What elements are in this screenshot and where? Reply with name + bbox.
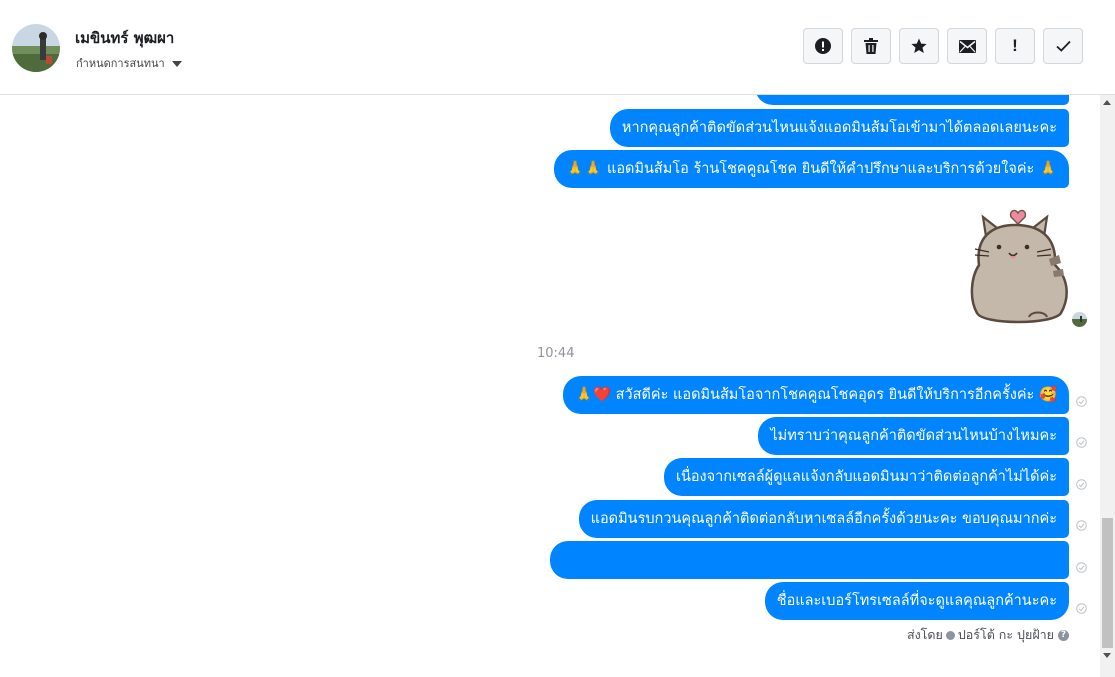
conversation-status-dropdown[interactable]: กำหนดการสนทนา [76, 54, 182, 72]
scroll-up-arrow-icon[interactable] [1103, 100, 1111, 105]
praying-hands-emoji-icon: 🙏 [1038, 161, 1057, 177]
message-text: แอดมินส้มโอ ร้านโชคคูณโชค ยินดีให้คำปรึก… [606, 161, 1035, 177]
delivered-check-icon [1076, 396, 1087, 407]
avatar[interactable] [12, 24, 60, 72]
delivered-check-icon [1076, 520, 1087, 531]
checkmark-icon [1055, 40, 1071, 52]
sender-name[interactable]: ปอร์โต้ กะ ปุยฝ้าย [958, 627, 1054, 642]
message-text: หากคุณลูกค้าติดขัดส่วนไหนแจ้งแอดมินส้มโอ… [621, 120, 1057, 136]
message-bubble[interactable]: แอดมินรบกวนคุณลูกค้าติดต่อกลับหาเซลล์อีก… [578, 500, 1069, 538]
message-timestamp: 10:44 [537, 346, 575, 361]
message-text: เนื่องจากเซลล์ผู้ดูแลแจ้งกลับแอดมินมาว่า… [675, 469, 1057, 485]
praying-hands-heart-emoji-icon: 🙏❤️ [574, 387, 612, 403]
sender-avatar-icon [945, 631, 955, 640]
mark-done-button[interactable] [1043, 28, 1083, 64]
scrollbar[interactable] [1100, 95, 1115, 677]
exclamation-icon: ! [1012, 36, 1018, 55]
caret-down-icon [171, 61, 182, 67]
message-text: ไม่ทราบว่าคุณลูกค้าติดขัดส่วนไหนบ้างไหมค… [770, 428, 1057, 444]
message-bubble[interactable]: ไม่ทราบว่าคุณลูกค้าติดขัดส่วนไหนบ้างไหมค… [758, 417, 1069, 455]
message-bubble[interactable]: เนื่องจากเซลล์ผู้ดูแลแจ้งกลับแอดมินมาว่า… [663, 458, 1069, 496]
delivered-check-icon [1076, 479, 1087, 490]
mark-spam-button[interactable] [803, 28, 843, 64]
message-bubble-partial [755, 95, 1069, 105]
mark-unread-button[interactable] [947, 28, 987, 64]
scroll-down-arrow-icon[interactable] [1103, 653, 1111, 658]
message-text: สวัสดีค่ะ แอดมินส้มโอจากโชคคูณโชคอุดร ยิ… [615, 387, 1035, 403]
smiling-hearts-emoji-icon: 🥰 [1038, 387, 1057, 403]
contact-name[interactable]: เมขินทร์ พุฒผา [75, 26, 174, 50]
message-bubble[interactable]: 🙏❤️ สวัสดีค่ะ แอดมินส้มโอจากโชคคูณโชคอุด… [562, 376, 1069, 414]
message-bubble[interactable]: หากคุณลูกค้าติดขัดส่วนไหนแจ้งแอดมินส้มโอ… [609, 109, 1069, 147]
seen-avatar-photo-icon [1072, 312, 1087, 327]
delivered-check-icon [1076, 562, 1087, 573]
delivered-check-icon [1076, 437, 1087, 448]
praying-hands-emoji-icon: 🙏🙏 [566, 161, 603, 177]
message-bubble[interactable]: ชื่อและเบอร์โทรเซลล์ที่จะดูแลคุณลูกค้านะ… [764, 582, 1069, 620]
trash-icon [864, 38, 878, 54]
message-bubble[interactable]: 🙏🙏 แอดมินส้มโอ ร้านโชคคูณโชค ยินดีให้คำป… [554, 150, 1069, 188]
help-icon[interactable]: ? [1058, 630, 1069, 641]
pusheen-cat-heart-sticker[interactable] [965, 203, 1075, 328]
star-icon [911, 38, 927, 53]
delete-button[interactable] [851, 28, 891, 64]
message-text: ชื่อและเบอร์โทรเซลล์ที่จะดูแลคุณลูกค้านะ… [776, 593, 1057, 609]
seen-avatar [1072, 312, 1087, 327]
star-button[interactable] [899, 28, 939, 64]
delivered-check-icon [1076, 603, 1087, 614]
alert-circle-icon [815, 38, 831, 54]
sent-by-label: ส่งโดย [906, 627, 943, 642]
message-thread: หากคุณลูกค้าติดขัดส่วนไหนแจ้งแอดมินส้มโอ… [0, 95, 1100, 677]
message-bubble[interactable]: คุณอาทิตยา จันเทพา เบอร์โทร 0649691423 ไ… [550, 541, 1069, 606]
conversation-header: เมขินทร์ พุฒผา กำหนดการสนทนา ! [0, 0, 1115, 95]
sent-by-info: ส่งโดย ปอร์โต้ กะ ปุยฝ้าย? [907, 625, 1069, 645]
message-text: แอดมินรบกวนคุณลูกค้าติดต่อกลับหาเซลล์อีก… [590, 511, 1057, 527]
conversation-status-label: กำหนดการสนทนา [76, 57, 165, 70]
scrollbar-thumb[interactable] [1102, 518, 1113, 648]
envelope-icon [958, 39, 976, 53]
avatar-photo-icon [12, 24, 60, 72]
follow-up-button[interactable]: ! [995, 28, 1035, 64]
